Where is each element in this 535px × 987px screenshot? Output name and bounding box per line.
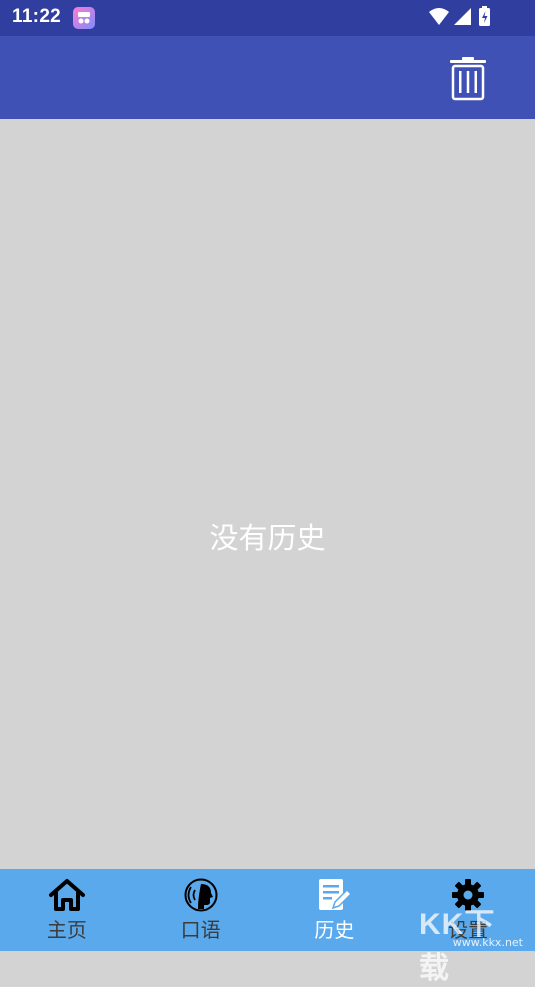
- nav-item-speaking[interactable]: 口语: [134, 869, 268, 951]
- nav-label-speaking: 口语: [180, 918, 221, 942]
- clear-history-button[interactable]: [445, 54, 491, 104]
- status-icons: [427, 6, 497, 28]
- signal-icon: [454, 8, 471, 25]
- nav-item-history[interactable]: 历史: [268, 869, 402, 951]
- status-time: 11:22: [12, 6, 62, 27]
- nav-label-home: 主页: [46, 918, 87, 942]
- speaking-icon: [183, 878, 219, 912]
- empty-history-message: 没有历史: [209, 521, 326, 555]
- nav-item-settings[interactable]: 设置: [401, 869, 535, 951]
- history-content: 没有历史: [0, 119, 535, 869]
- app-notification-icon: [73, 7, 95, 29]
- wifi-icon: [429, 8, 449, 25]
- home-icon: [48, 878, 86, 912]
- app-bar: [0, 36, 535, 119]
- status-bar: 11:22: [0, 0, 535, 36]
- trash-icon: [450, 57, 486, 101]
- nav-label-settings: 设置: [448, 918, 489, 942]
- nav-item-home[interactable]: 主页: [0, 869, 134, 951]
- battery-icon: [479, 6, 490, 26]
- nav-label-history: 历史: [314, 918, 355, 942]
- gear-icon: [451, 878, 485, 912]
- history-notes-icon: [316, 878, 353, 912]
- bottom-navigation: 主页 口语 历史 设置 KK下载 www.kkx.net: [0, 869, 535, 985]
